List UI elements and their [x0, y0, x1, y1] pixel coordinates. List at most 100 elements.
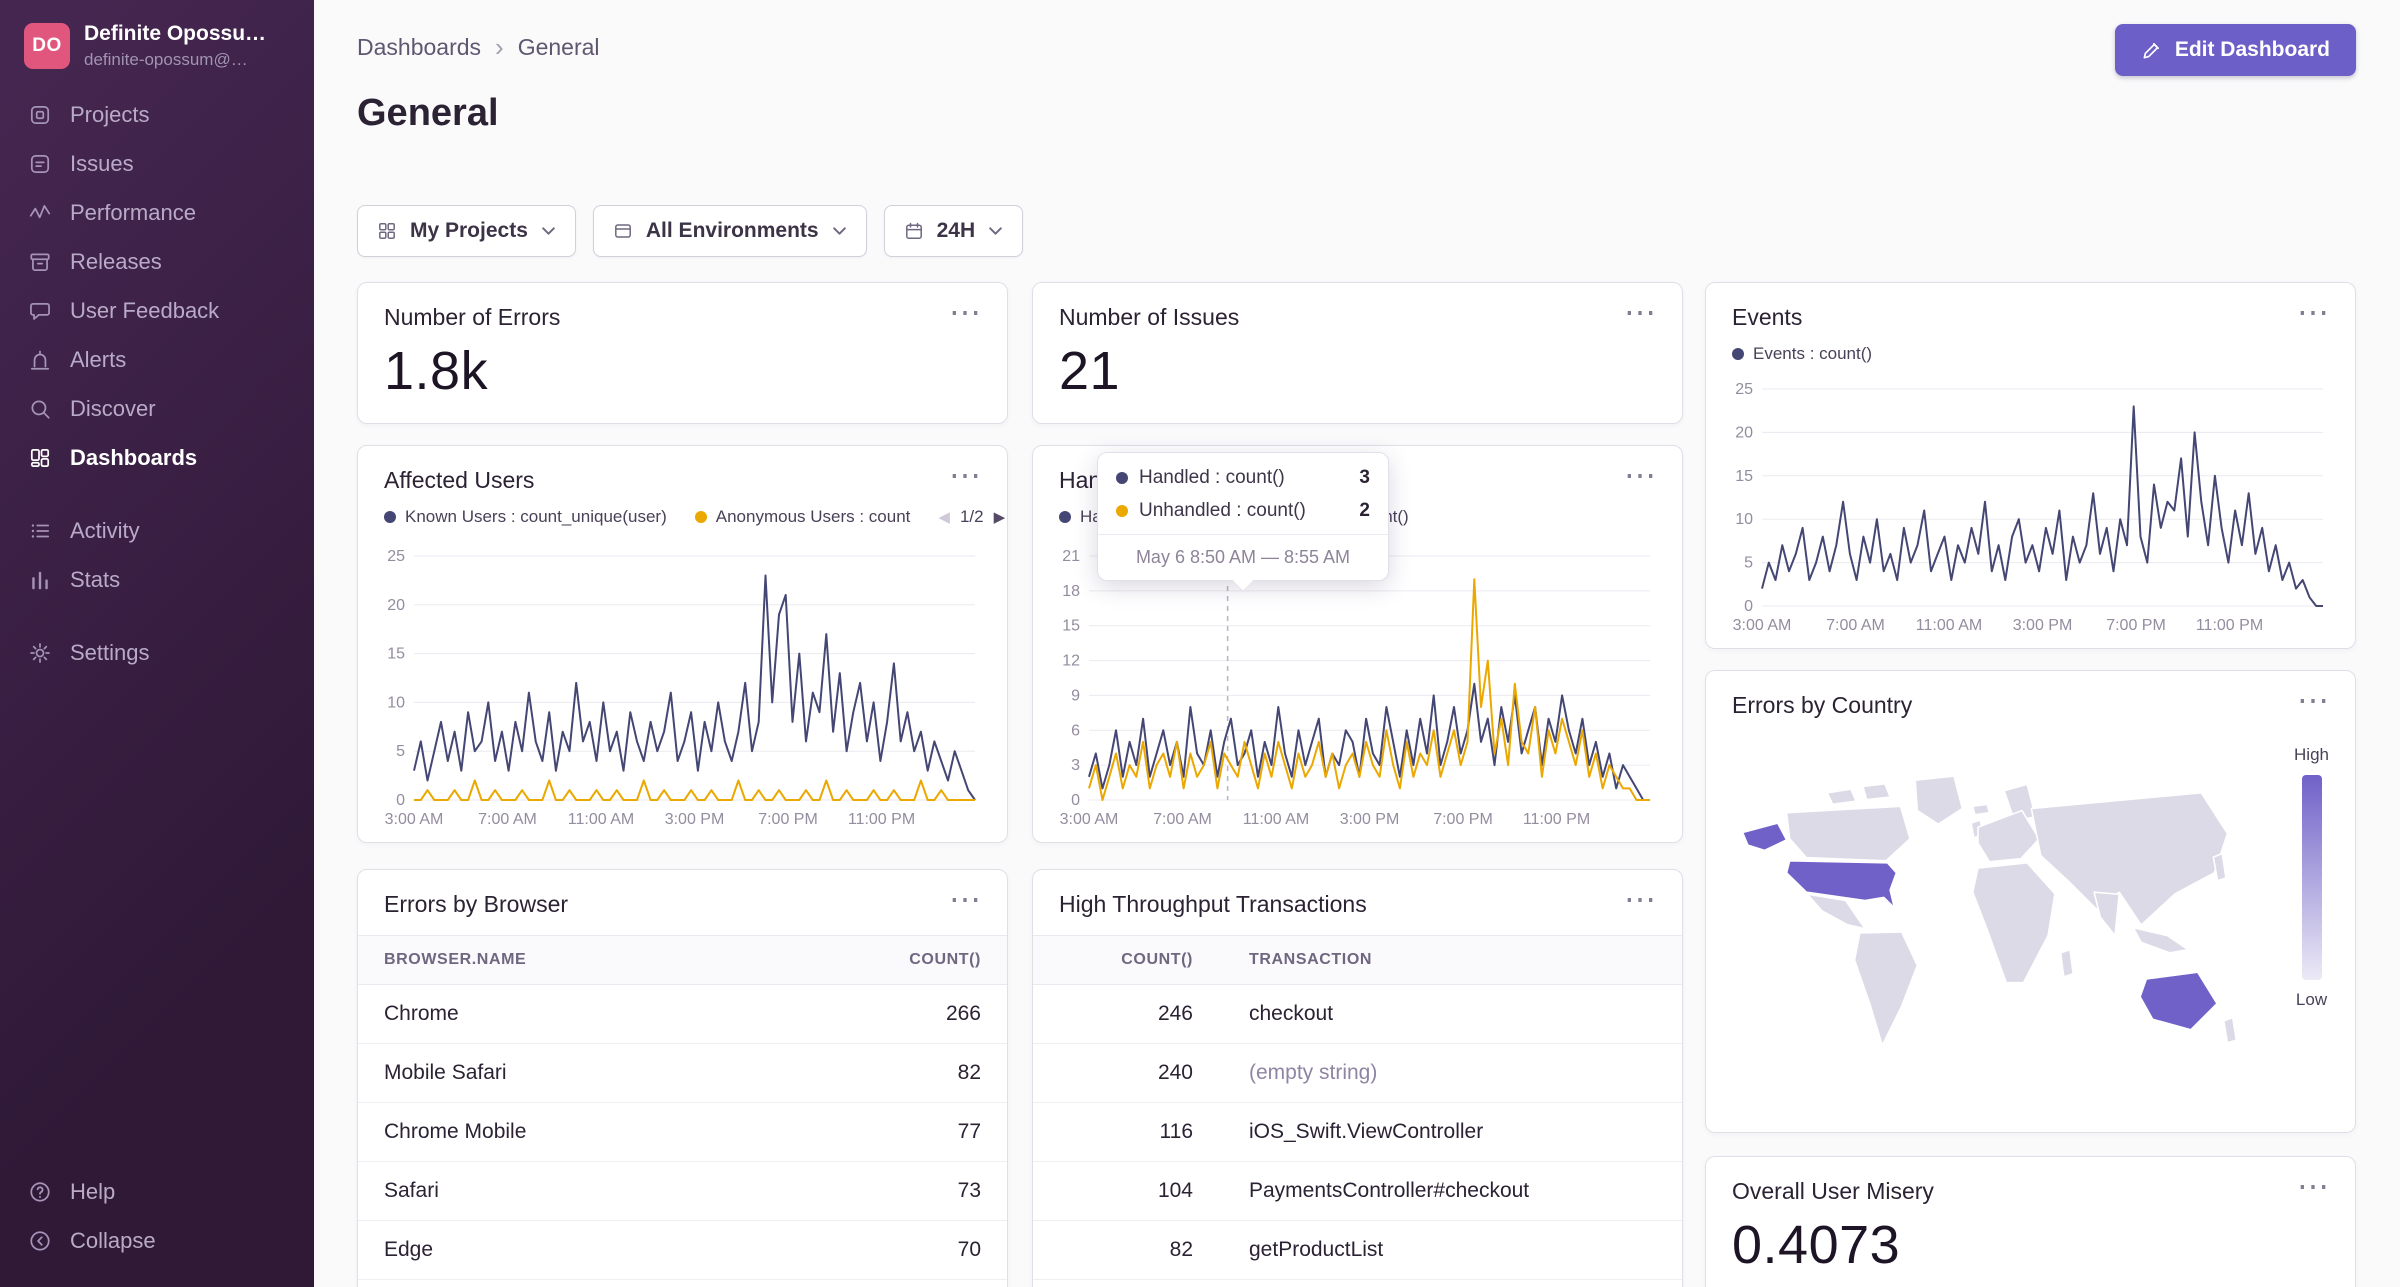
gear-icon — [26, 639, 53, 666]
map-region-india — [2093, 891, 2120, 937]
table-row[interactable]: Chrome 266 — [358, 984, 1007, 1044]
sidebar-item-user-feedback[interactable]: User Feedback — [0, 286, 314, 335]
svg-text:25: 25 — [1735, 381, 1753, 398]
user-misery-value: 0.4073 — [1732, 1214, 1901, 1275]
widget-menu-icon[interactable]: ⋯ — [2285, 1170, 2329, 1202]
sidebar-item-activity[interactable]: Activity — [0, 506, 314, 555]
widget-title: High Throughput Transactions — [1059, 891, 1367, 917]
widget-menu-icon[interactable]: ⋯ — [2285, 296, 2329, 328]
table-row[interactable]: 82 getProductList — [1033, 1220, 1682, 1280]
projects-filter-button[interactable]: My Projects — [357, 205, 576, 257]
widget-menu-icon[interactable]: ⋯ — [2285, 684, 2329, 716]
high-throughput-table: COUNT() TRANSACTION 246 checkout 240 (empty s… — [1033, 934, 1682, 1280]
map-region-africa — [1971, 862, 2056, 984]
svg-text:5: 5 — [396, 743, 405, 760]
svg-text:20: 20 — [387, 597, 405, 614]
sidebar-item-settings[interactable]: Settings — [0, 628, 314, 677]
svg-text:20: 20 — [1735, 424, 1753, 441]
svg-text:0: 0 — [1744, 598, 1753, 615]
svg-text:11:00 PM: 11:00 PM — [848, 811, 915, 828]
sidebar-item-discover[interactable]: Discover — [0, 384, 314, 433]
sidebar-item-collapse[interactable]: Collapse — [0, 1216, 314, 1265]
table-row[interactable]: Mobile Safari 82 — [358, 1043, 1007, 1103]
svg-text:18: 18 — [1062, 583, 1080, 600]
table-row[interactable]: 116 iOS_Swift.ViewController — [1033, 1102, 1682, 1162]
sidebar-item-label: Stats — [70, 566, 121, 592]
handled-vs-unhandled-chart[interactable]: 0 3 6 9 12 15 18 21 3:00 AM 7:00 AM 11:00 AM 3:00 P… — [1043, 546, 1662, 832]
svg-text:7:00 PM: 7:00 PM — [2106, 617, 2166, 634]
breadcrumb-dashboards[interactable]: Dashboards — [357, 34, 481, 61]
events-chart[interactable]: 0 5 10 15 20 25 3:00 AM 7:00 AM 11:00 AM 3:00 PM 7… — [1716, 379, 2335, 638]
widget-menu-icon[interactable]: ⋯ — [1612, 883, 1656, 915]
projects-filter-label: My Projects — [410, 219, 528, 242]
errors-by-browser-widget: Errors by Browser ⋯ BROWSER.NAME COUNT() C… — [357, 869, 1008, 1287]
environments-filter-icon — [613, 221, 633, 241]
map-region-greenland — [1914, 775, 1964, 825]
sidebar-item-issues[interactable]: Issues — [0, 139, 314, 188]
legend-label: Anonymous Users : count — [715, 506, 911, 526]
number-of-issues-widget: Number of Issues ⋯ 21 — [1032, 282, 1683, 424]
widget-menu-icon[interactable]: ⋯ — [937, 459, 981, 491]
affected-users-chart[interactable]: 0 5 10 15 20 25 3:00 AM 7:00 AM 11:00 AM 3:00 PM 7… — [368, 546, 987, 832]
sidebar-item-label: Projects — [70, 101, 150, 127]
breadcrumb: Dashboards › General — [357, 34, 600, 61]
chart-tooltip: Handled : count() 3 Unhandled : count() … — [1097, 452, 1389, 592]
pager-prev-icon[interactable]: ◀ — [938, 508, 950, 526]
svg-text:6: 6 — [1071, 722, 1080, 739]
sidebar-item-label: Alerts — [70, 346, 127, 372]
tooltip-row: Handled : count() 3 — [1116, 467, 1370, 489]
errors-by-browser-table: BROWSER.NAME COUNT() Chrome 266 Mobile Safar… — [358, 934, 1007, 1280]
edit-dashboard-button[interactable]: Edit Dashboard — [2114, 24, 2356, 76]
overall-user-misery-widget: Overall User Misery ⋯ 0.4073 — [1705, 1156, 2356, 1287]
org-switcher[interactable]: DO Definite Opossu… definite-opossum@… — [0, 0, 314, 84]
sidebar-item-dashboards[interactable]: Dashboards — [0, 433, 314, 482]
svg-text:3:00 AM: 3:00 AM — [1060, 811, 1119, 828]
sidebar-item-projects[interactable]: Projects — [0, 90, 314, 139]
errors-by-country-widget: Errors by Country ⋯ High Low — [1705, 670, 2356, 1133]
filter-bar: My Projects All Environments 24H — [357, 205, 1024, 257]
map-region-asia — [2030, 792, 2229, 926]
environments-filter-button[interactable]: All Environments — [592, 205, 867, 257]
chart-legend: Known Users : count_unique(user) Anonymo… — [358, 495, 1007, 527]
map-scale-gradient — [2301, 775, 2322, 980]
legend-dot — [1116, 472, 1128, 484]
svg-text:5: 5 — [1744, 555, 1753, 572]
svg-text:12: 12 — [1062, 653, 1080, 670]
world-map[interactable] — [1728, 737, 2251, 1108]
breadcrumb-current: General — [517, 34, 600, 60]
svg-text:21: 21 — [1062, 548, 1080, 565]
table-row[interactable]: Edge 70 — [358, 1220, 1007, 1280]
table-row[interactable]: Safari 73 — [358, 1161, 1007, 1221]
sidebar-item-label: Releases — [70, 248, 162, 274]
pager-label: 1/2 — [959, 506, 984, 526]
widget-title: Errors by Country — [1732, 692, 1913, 718]
widget-menu-icon[interactable]: ⋯ — [1612, 459, 1656, 491]
sidebar-item-stats[interactable]: Stats — [0, 555, 314, 604]
widget-title: Affected Users — [384, 467, 535, 493]
high-throughput-widget: High Throughput Transactions ⋯ COUNT() TR… — [1032, 869, 1683, 1287]
table-row[interactable]: 246 checkout — [1033, 984, 1682, 1044]
projects-filter-icon — [377, 221, 397, 241]
svg-text:3:00 PM: 3:00 PM — [1340, 811, 1400, 828]
sidebar-item-alerts[interactable]: Alerts — [0, 335, 314, 384]
widget-menu-icon[interactable]: ⋯ — [937, 883, 981, 915]
svg-text:3: 3 — [1071, 757, 1080, 774]
sidebar-item-label: Dashboards — [70, 444, 198, 470]
svg-text:0: 0 — [396, 792, 405, 809]
breadcrumb-separator-icon: › — [495, 32, 504, 62]
pager-next-icon[interactable]: ▶ — [994, 508, 1006, 526]
chart-legend: Events : count() — [1706, 332, 2355, 364]
table-row[interactable]: 240 (empty string) — [1033, 1043, 1682, 1103]
table-row[interactable]: Chrome Mobile 77 — [358, 1102, 1007, 1162]
map-scale-low-label: Low — [2295, 990, 2328, 1009]
time-range-filter-button[interactable]: 24H — [883, 205, 1024, 257]
svg-text:15: 15 — [387, 646, 405, 663]
widget-menu-icon[interactable]: ⋯ — [1612, 296, 1656, 328]
legend-dot — [1059, 510, 1071, 523]
sidebar-item-performance[interactable]: Performance — [0, 188, 314, 237]
table-row[interactable]: 104 PaymentsController#checkout — [1033, 1161, 1682, 1221]
sidebar-item-help[interactable]: Help — [0, 1167, 314, 1216]
widget-menu-icon[interactable]: ⋯ — [937, 296, 981, 328]
sidebar-item-releases[interactable]: Releases — [0, 237, 314, 286]
sidebar-item-label: Activity — [70, 517, 140, 543]
